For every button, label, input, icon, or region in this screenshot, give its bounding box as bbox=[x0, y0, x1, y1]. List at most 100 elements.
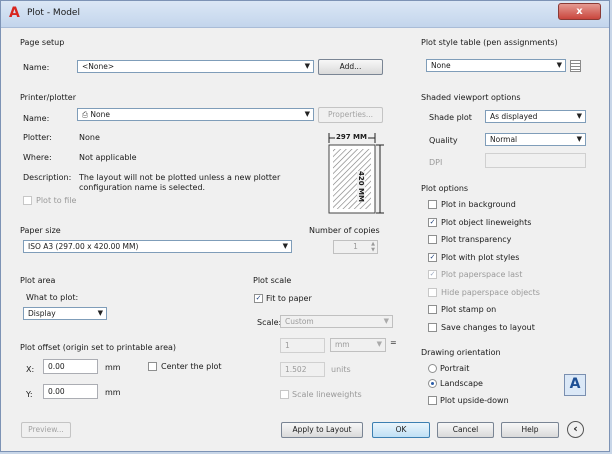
landscape-label: Landscape bbox=[440, 379, 483, 388]
plot-option-checkbox[interactable] bbox=[428, 322, 437, 332]
help-button[interactable]: Help bbox=[501, 422, 559, 438]
plot-option-checkbox[interactable] bbox=[428, 235, 437, 244]
quality-dropdown[interactable]: Normal ▼ bbox=[485, 133, 586, 146]
offset-y-value: 0.00 bbox=[48, 387, 65, 396]
title-bar: A Plot - Model x bbox=[1, 1, 609, 28]
chevron-down-icon: ▼ bbox=[376, 340, 382, 348]
plot-offset-heading: Plot offset (origin set to printable are… bbox=[20, 343, 177, 352]
printer-name-dropdown[interactable]: ⎙ None ▼ bbox=[77, 108, 314, 121]
scale-lineweights-label: Scale lineweights bbox=[292, 390, 362, 399]
printer-name-label: Name: bbox=[23, 114, 50, 123]
scale-value1-input[interactable]: 1 bbox=[280, 338, 325, 353]
plot-option-checkbox[interactable]: ✓ bbox=[428, 270, 437, 279]
preview-button[interactable]: Preview... bbox=[21, 422, 71, 438]
plot-option-checkbox[interactable]: ✓ bbox=[428, 252, 437, 262]
page-setup-heading: Page setup bbox=[20, 38, 65, 47]
scale-dropdown[interactable]: Custom ▼ bbox=[280, 315, 393, 328]
style-table-dropdown[interactable]: None ▼ bbox=[426, 59, 566, 72]
apply-to-layout-button[interactable]: Apply to Layout bbox=[281, 422, 363, 438]
shaded-heading: Shaded viewport options bbox=[421, 93, 521, 102]
plot-area-heading: Plot area bbox=[20, 276, 56, 285]
chevron-down-icon: ▼ bbox=[282, 242, 288, 250]
plot-option-label: Plot object lineweights bbox=[441, 217, 532, 227]
spinner-arrows-icon: ▲ ▼ bbox=[371, 241, 375, 253]
scale-units-label: units bbox=[331, 365, 351, 374]
portrait-radio[interactable] bbox=[428, 364, 437, 373]
plot-option-checkbox[interactable] bbox=[428, 287, 437, 297]
autocad-logo-icon: A bbox=[9, 5, 20, 21]
preview-height-label: 420 MM bbox=[357, 171, 365, 202]
center-plot-checkbox[interactable] bbox=[148, 362, 157, 371]
shade-plot-dropdown[interactable]: As displayed ▼ bbox=[485, 110, 586, 123]
where-label: Where: bbox=[23, 153, 52, 162]
chevron-down-icon: ▼ bbox=[576, 135, 582, 143]
plot-option-label: Save changes to layout bbox=[441, 322, 535, 332]
style-table-value: None bbox=[431, 61, 451, 70]
ok-button[interactable]: OK bbox=[372, 422, 430, 438]
plot-option-checkbox[interactable] bbox=[428, 305, 437, 314]
plot-option-label: Hide paperspace objects bbox=[441, 287, 540, 297]
chevron-down-icon: ▼ bbox=[576, 112, 582, 120]
offset-y-input[interactable]: 0.00 bbox=[43, 384, 98, 399]
plot-scale-heading: Plot scale bbox=[253, 276, 292, 285]
dpi-input[interactable] bbox=[485, 153, 586, 168]
fit-to-paper-label: Fit to paper bbox=[266, 294, 312, 303]
scale-value1: 1 bbox=[285, 341, 290, 350]
scale-unit-value: mm bbox=[335, 340, 350, 349]
paper-size-heading: Paper size bbox=[20, 226, 61, 235]
plot-option-label: Plot stamp on bbox=[441, 305, 497, 314]
scale-label: Scale: bbox=[257, 318, 282, 327]
scale-value2-input[interactable]: 1.502 bbox=[280, 362, 325, 377]
plot-to-file-checkbox[interactable] bbox=[23, 196, 32, 205]
landscape-radio[interactable] bbox=[428, 379, 437, 388]
shade-plot-label: Shade plot bbox=[429, 113, 472, 122]
plot-dialog: A Plot - Model x Page setup Name: <None>… bbox=[0, 0, 610, 452]
plot-option-checkbox[interactable] bbox=[428, 200, 437, 209]
chevron-down-icon: ▼ bbox=[383, 317, 389, 325]
paper-preview-graphic bbox=[328, 133, 384, 214]
scale-equals-label: = bbox=[390, 338, 397, 347]
preview-width-label: 297 MM bbox=[335, 133, 368, 141]
offset-x-label: X: bbox=[26, 365, 35, 374]
properties-button[interactable]: Properties... bbox=[318, 107, 383, 123]
scale-unit-dropdown[interactable]: mm ▼ bbox=[330, 338, 386, 352]
edit-style-table-icon[interactable] bbox=[570, 60, 581, 72]
page-setup-name-label: Name: bbox=[23, 63, 50, 72]
description-label: Description: bbox=[23, 173, 72, 182]
scale-value2: 1.502 bbox=[285, 365, 307, 374]
scale-value: Custom bbox=[285, 317, 314, 326]
collapse-options-icon[interactable]: ‹ bbox=[567, 421, 584, 438]
window-title: Plot - Model bbox=[27, 8, 80, 18]
page-setup-name-value: <None> bbox=[82, 62, 115, 71]
quality-value: Normal bbox=[490, 135, 518, 144]
plotter-label: Plotter: bbox=[23, 133, 52, 142]
plot-option-checkbox[interactable]: ✓ bbox=[428, 217, 437, 227]
upside-down-checkbox[interactable] bbox=[428, 396, 437, 405]
copies-heading: Number of copies bbox=[309, 226, 380, 235]
offset-y-label: Y: bbox=[26, 390, 33, 399]
cancel-button[interactable]: Cancel bbox=[437, 422, 494, 438]
copies-spinner[interactable]: 1 ▲ ▼ bbox=[333, 240, 378, 254]
description-line-2: configuration name is selected. bbox=[79, 183, 206, 192]
fit-to-paper-checkbox[interactable]: ✓ bbox=[254, 294, 263, 303]
paper-size-value: ISO A3 (297.00 x 420.00 MM) bbox=[28, 242, 139, 251]
scale-lineweights-checkbox[interactable] bbox=[280, 390, 289, 399]
plot-option-label: Plot paperspace last bbox=[441, 270, 523, 279]
what-to-plot-dropdown[interactable]: Display ▼ bbox=[23, 307, 107, 320]
close-button[interactable]: x bbox=[558, 3, 601, 20]
orientation-preview-icon: A bbox=[564, 374, 586, 396]
style-table-heading: Plot style table (pen assignments) bbox=[421, 38, 558, 47]
plot-option-label: Plot in background bbox=[441, 200, 516, 209]
description-line-1: The layout will not be plotted unless a … bbox=[79, 173, 281, 182]
plotter-value: None bbox=[79, 133, 100, 142]
what-to-plot-label: What to plot: bbox=[26, 293, 79, 302]
offset-x-input[interactable]: 0.00 bbox=[43, 359, 98, 374]
page-setup-name-dropdown[interactable]: <None> ▼ bbox=[77, 60, 314, 73]
copies-value: 1 bbox=[353, 242, 358, 251]
plot-options-heading: Plot options bbox=[421, 184, 469, 193]
page-setup-add-button[interactable]: Add... bbox=[318, 59, 383, 75]
portrait-label: Portrait bbox=[440, 364, 470, 373]
paper-size-dropdown[interactable]: ISO A3 (297.00 x 420.00 MM) ▼ bbox=[23, 240, 292, 253]
offset-x-value: 0.00 bbox=[48, 362, 65, 371]
close-icon: x bbox=[576, 6, 583, 17]
